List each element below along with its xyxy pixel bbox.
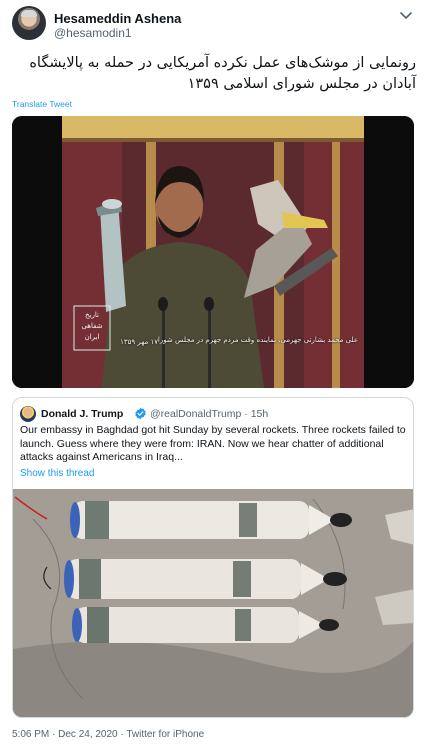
quoted-author-name: Donald J. Trump	[41, 408, 124, 420]
quoted-tweet[interactable]: Donald J. Trump @realDonaldTrump · 15h O…	[12, 397, 414, 718]
video-thumbnail[interactable]: تاریخ شفاهی ایران ۱۷ مهر ۱۳۵۹ علی محمد ب…	[12, 116, 414, 388]
tweet-header: Hesameddin Ashena @hesamodin1	[10, 6, 418, 42]
video-caption: علی محمد بشارتی جهرمی، نماینده وقت مردم …	[158, 336, 358, 344]
oral-history-logo: تاریخ شفاهی ایران	[81, 311, 103, 341]
rockets-photo[interactable]	[13, 489, 413, 717]
quoted-handle-time: @realDonaldTrump · 15h	[150, 408, 269, 420]
quoted-text: Our embassy in Baghdad got hit Sunday by…	[20, 424, 406, 463]
tweet-meta: 5:06 PM · Dec 24, 2020 · Twitter for iPh…	[12, 729, 205, 740]
author-name[interactable]: Hesameddin Ashena	[54, 11, 181, 26]
chevron-down-icon[interactable]	[398, 9, 414, 23]
verified-badge-icon	[135, 407, 146, 420]
show-thread-link[interactable]: Show this thread	[20, 468, 95, 479]
tweet-text: رونمایی از موشک‌های عمل نکرده آمریکایی د…	[29, 55, 416, 92]
video-date-overlay: ۱۷ مهر ۱۳۵۹	[120, 338, 158, 346]
translate-tweet-link[interactable]: Translate Tweet	[12, 99, 72, 109]
quoted-avatar	[20, 406, 36, 422]
author-avatar[interactable]	[12, 6, 46, 40]
author-handle[interactable]: @hesamodin1	[54, 26, 132, 40]
